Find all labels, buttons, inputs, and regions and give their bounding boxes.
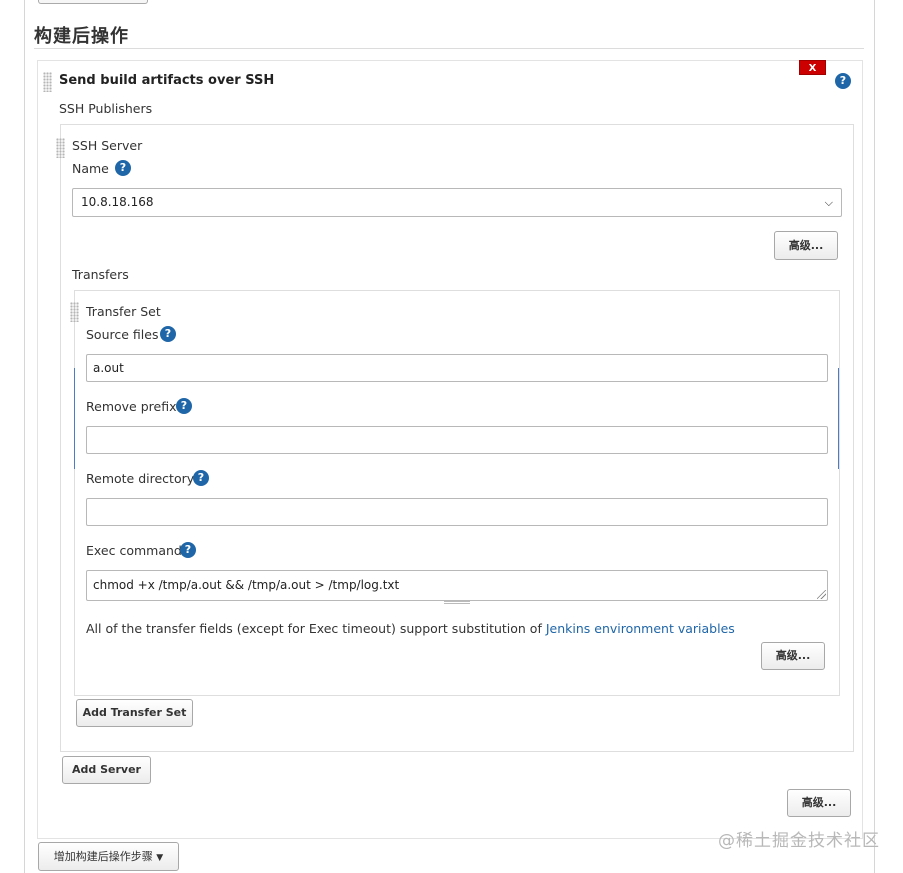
server-name-select[interactable]: 10.8.18.168 ⌵: [72, 188, 842, 217]
textarea-expand-handle[interactable]: [444, 601, 470, 604]
remote-directory-input[interactable]: [86, 498, 828, 526]
name-label: Name: [72, 161, 109, 176]
transfer-set-title: Transfer Set: [86, 304, 161, 319]
help-icon[interactable]: ?: [180, 542, 196, 558]
caret-down-icon: ▼: [156, 853, 164, 863]
ssh-publishers-label: SSH Publishers: [59, 101, 153, 116]
section-divider: [34, 48, 864, 49]
drag-handle-icon[interactable]: [70, 302, 79, 322]
watermark: @稀土掘金技术社区: [718, 831, 880, 851]
help-icon[interactable]: ?: [176, 398, 192, 414]
transfers-label: Transfers: [72, 267, 129, 282]
top-clipped-button[interactable]: [38, 0, 148, 4]
highlight-border-right: [838, 368, 839, 469]
ssh-server-title: SSH Server: [72, 138, 143, 153]
remove-prefix-label: Remove prefix: [86, 399, 177, 414]
add-transfer-set-button[interactable]: Add Transfer Set: [76, 699, 193, 727]
frame-right-border: [874, 0, 875, 873]
delete-publisher-button[interactable]: X: [799, 60, 826, 75]
add-server-button[interactable]: Add Server: [62, 756, 151, 784]
source-files-input[interactable]: a.out: [86, 354, 828, 382]
help-icon[interactable]: ?: [160, 326, 176, 342]
frame-left-border: [24, 0, 25, 873]
help-icon[interactable]: ?: [835, 73, 851, 89]
remote-directory-label: Remote directory: [86, 471, 195, 486]
add-post-build-step-button[interactable]: 增加构建后操作步骤 ▼: [38, 842, 179, 871]
exec-command-label: Exec command: [86, 543, 182, 558]
server-name-value: 10.8.18.168: [81, 195, 154, 209]
highlight-border-left: [74, 368, 75, 469]
exec-command-textarea[interactable]: chmod +x /tmp/a.out && /tmp/a.out > /tmp…: [86, 570, 828, 601]
section-title: 构建后操作: [34, 26, 129, 47]
server-advanced-button[interactable]: 高级...: [774, 231, 838, 260]
exec-command-value: chmod +x /tmp/a.out && /tmp/a.out > /tmp…: [93, 578, 400, 592]
drag-handle-icon[interactable]: [43, 72, 52, 92]
publisher-advanced-button[interactable]: 高级...: [787, 789, 851, 817]
chevron-down-icon: ⌵: [824, 196, 833, 209]
source-files-label: Source files: [86, 327, 159, 342]
transfer-note-text: All of the transfer fields (except for E…: [86, 621, 542, 636]
jenkins-env-vars-link[interactable]: Jenkins environment variables: [546, 621, 735, 636]
transfer-note: All of the transfer fields (except for E…: [86, 621, 735, 636]
transfer-advanced-button[interactable]: 高级...: [761, 642, 825, 670]
help-icon[interactable]: ?: [115, 160, 131, 176]
publisher-title: Send build artifacts over SSH: [59, 73, 275, 88]
resize-grip-icon[interactable]: [817, 590, 826, 599]
add-post-build-step-label: 增加构建后操作步骤: [53, 850, 153, 863]
remove-prefix-input[interactable]: [86, 426, 828, 454]
help-icon[interactable]: ?: [193, 470, 209, 486]
drag-handle-icon[interactable]: [56, 138, 65, 158]
